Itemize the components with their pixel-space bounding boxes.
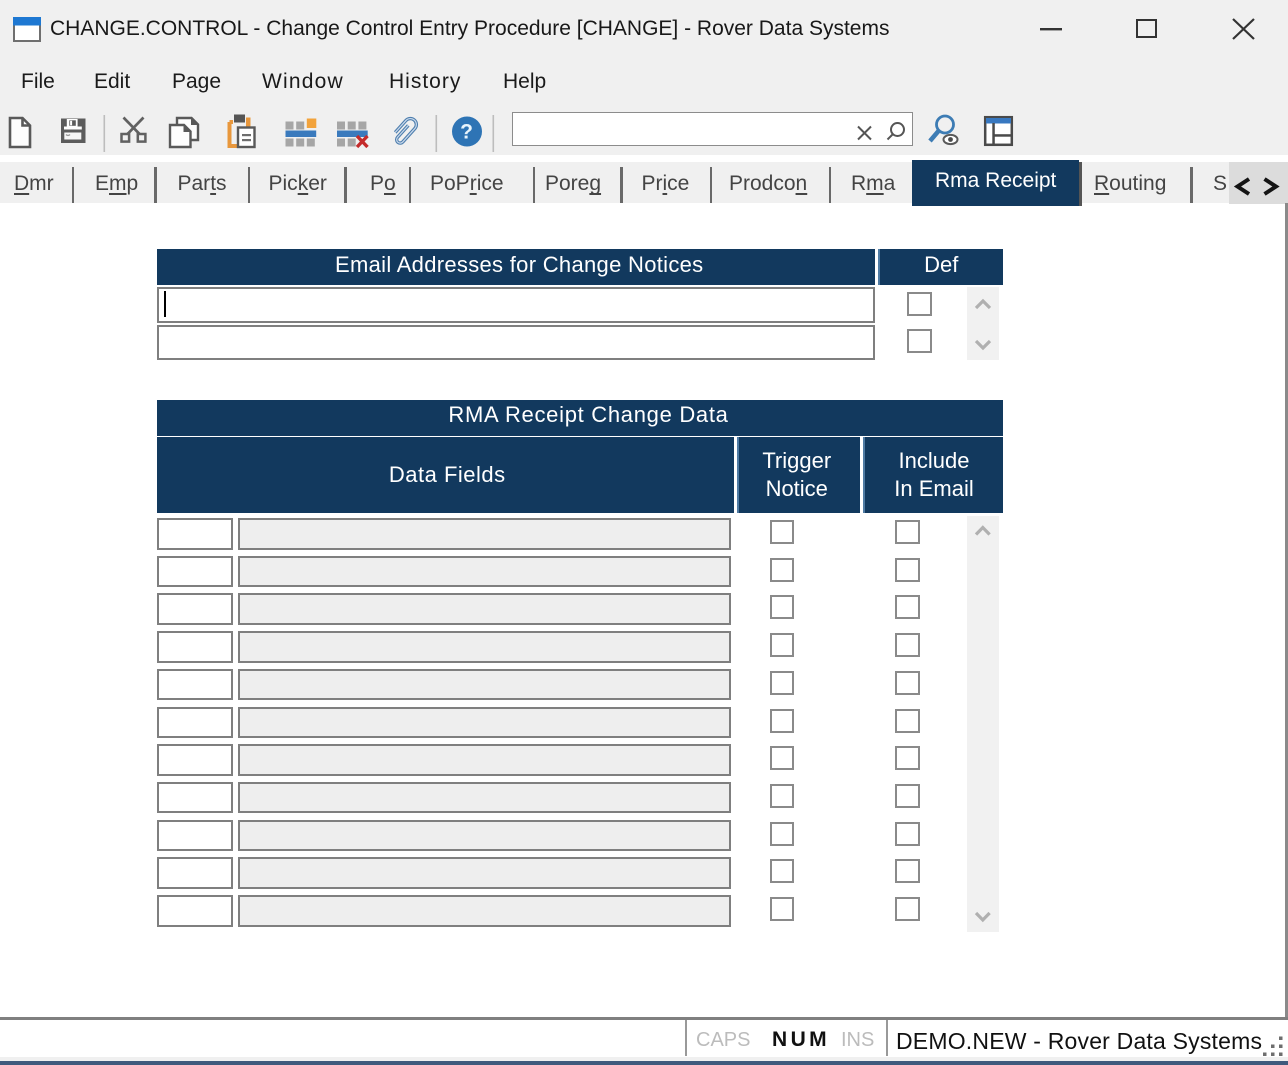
svg-text:?: ? <box>460 121 473 144</box>
